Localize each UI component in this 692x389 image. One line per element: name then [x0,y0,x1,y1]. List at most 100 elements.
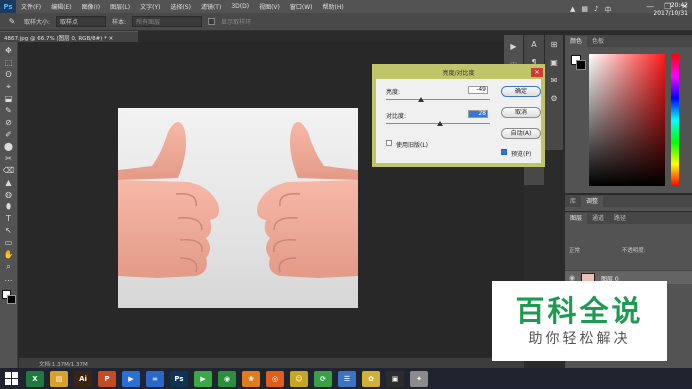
volume-icon[interactable]: ♪ [594,5,598,15]
taskbar-app6-icon[interactable]: ✿ [362,370,380,387]
notes-icon[interactable]: ✉ [548,75,560,87]
type-tool-icon[interactable]: T [3,214,15,223]
preview-checkbox[interactable] [501,149,507,155]
tab-libraries[interactable]: 库 [565,196,581,207]
taskbar-app4-icon[interactable]: ⟳ [314,370,332,387]
path-select-icon[interactable]: ↖ [3,226,15,235]
taskbar-media-icon[interactable]: ▶ [122,370,140,387]
start-button[interactable] [2,371,20,387]
brightness-slider-thumb[interactable] [418,97,424,102]
lasso-tool-icon[interactable]: ʘ [3,70,15,79]
taskbar-explorer-icon[interactable]: ▤ [50,370,68,387]
menu-file[interactable]: 文件(F) [16,2,46,11]
eyedropper-tool-icon[interactable]: ✎ [3,106,15,115]
contrast-input[interactable]: 28 [468,110,488,118]
document-image[interactable] [118,108,358,308]
crop-tool-icon[interactable]: ⬓ [3,94,15,103]
hand-tool-icon[interactable]: ✋ [3,250,15,259]
brightness-input[interactable]: -49 [468,86,488,94]
menu-filter[interactable]: 滤镜(T) [196,2,226,11]
taskbar-player-icon[interactable]: ▶ [194,370,212,387]
taskbar-app8-icon[interactable]: ✦ [410,370,428,387]
color-picker-field[interactable] [589,54,665,186]
zoom-tool-icon[interactable]: ⌕ [3,262,15,271]
gradient-tool-icon[interactable]: ▲ [3,178,15,187]
menu-view[interactable]: 视图(V) [254,2,285,11]
healing-tool-icon[interactable]: ⊘ [3,118,15,127]
history-brush-icon[interactable]: ✂ [3,154,15,163]
blur-tool-icon[interactable]: ◍ [3,190,15,199]
sample-select[interactable]: 所有图层 [132,16,203,27]
menu-layer[interactable]: 图层(L) [105,2,135,11]
auto-button[interactable]: 自动(A) [501,128,541,139]
preview-label: 预览(P) [511,151,532,158]
blend-mode-select[interactable]: 正常 [569,248,580,254]
taskbar-app7-icon[interactable]: ▣ [386,370,404,387]
menu-image[interactable]: 图像(I) [77,2,105,11]
contrast-slider-thumb[interactable] [437,121,444,126]
taskbar-illustrator-icon[interactable]: Ai [74,370,92,387]
taskbar-photoshop-icon[interactable]: Ps [170,370,188,387]
menu-edit[interactable]: 编辑(E) [46,2,76,11]
color-panel-background[interactable] [576,60,586,70]
shape-tool-icon[interactable]: ▭ [3,238,15,247]
taskbar-app1-icon[interactable]: ❀ [242,370,260,387]
taskbar-browser-icon[interactable]: ◉ [218,370,236,387]
contrast-label: 对比度: [386,113,407,120]
use-legacy-checkbox[interactable] [386,140,392,146]
background-swatch[interactable] [6,295,16,304]
ok-button[interactable]: 确定 [501,86,541,97]
opacity-label: 不透明度: [621,248,646,254]
taskbar-powerpoint-icon[interactable]: P [98,370,116,387]
marquee-tool-icon[interactable]: ⬚ [3,58,15,67]
stamp-tool-icon[interactable]: ⬤ [3,142,15,151]
menu-type[interactable]: 文字(Y) [135,2,165,11]
quick-select-tool-icon[interactable]: ⌖ [3,82,15,91]
dodge-tool-icon[interactable]: ⬮ [3,202,15,211]
brush-tool-icon[interactable]: ✐ [3,130,15,139]
tab-swatches[interactable]: 色板 [587,36,609,47]
brightness-contrast-dialog: 亮度/对比度 ✕ 亮度: -49 对比度: 28 使用旧版(L) 确定 取消 自… [372,64,545,167]
play-icon[interactable]: ▶ [508,41,520,53]
watermark-subtitle: 助你轻松解决 [528,331,631,347]
tab-paths[interactable]: 路径 [609,213,631,224]
navigator-icon[interactable]: ⊞ [548,39,560,51]
color-panel: 颜色 色板 [565,35,692,193]
taskbar-app5-icon[interactable]: ☰ [338,370,356,387]
move-tool-icon[interactable]: ✥ [3,46,15,55]
more-tools-icon[interactable]: … [3,274,15,283]
tab-adjustments[interactable]: 调整 [581,196,604,207]
taskbar-app2-icon[interactable]: ◎ [266,370,284,387]
menu-help[interactable]: 帮助(H) [318,2,349,11]
tab-channels[interactable]: 通道 [587,213,609,224]
show-ring-checkbox[interactable] [208,18,216,25]
status-bar: 文档:1.37M/1.37M [19,358,524,368]
brightness-track[interactable] [386,99,490,100]
network-icon[interactable]: ▦ [581,5,588,15]
taskbar-baidu-icon[interactable]: ∞ [146,370,164,387]
menu-window[interactable]: 窗口(W) [285,2,318,11]
actions-icon[interactable]: ⚙ [548,93,560,105]
menu-select[interactable]: 选择(S) [165,2,196,11]
cancel-button[interactable]: 取消 [501,107,541,118]
layer-comps-icon[interactable]: ▣ [548,57,560,69]
document-tab[interactable]: 4867.jpg @ 66.7% (图层 0, RGB/8#) * ✕ [0,31,138,42]
hands-photo [118,121,358,278]
dialog-close-icon[interactable]: ✕ [531,68,543,77]
eraser-tool-icon[interactable]: ⌫ [3,166,15,175]
character-icon[interactable]: A [528,39,540,51]
taskbar-excel-icon[interactable]: X [26,370,44,387]
sample-size-select[interactable]: 取样点 [56,16,107,27]
blend-mode-row[interactable]: 正常 不透明度: [569,246,646,255]
taskbar-app3-icon[interactable]: ☺ [290,370,308,387]
taskbar-clock[interactable]: 20:42 2017/10/31 [653,2,688,18]
color-swatches-small[interactable] [1,290,16,304]
ime-icon[interactable]: 中 [604,5,611,15]
tray-up-icon[interactable]: ▲ [570,5,575,15]
tools-panel: ✥ ⬚ ʘ ⌖ ⬓ ✎ ⊘ ✐ ⬤ ✂ ⌫ ▲ ◍ ⬮ T ↖ ▭ ✋ ⌕ … [0,42,18,368]
tab-color[interactable]: 颜色 [565,36,588,47]
hue-slider[interactable] [671,54,679,186]
eyedropper-icon[interactable]: ✎ [6,17,18,26]
tab-layers[interactable]: 图层 [565,213,588,224]
menu-3d[interactable]: 3D(D) [226,3,254,10]
